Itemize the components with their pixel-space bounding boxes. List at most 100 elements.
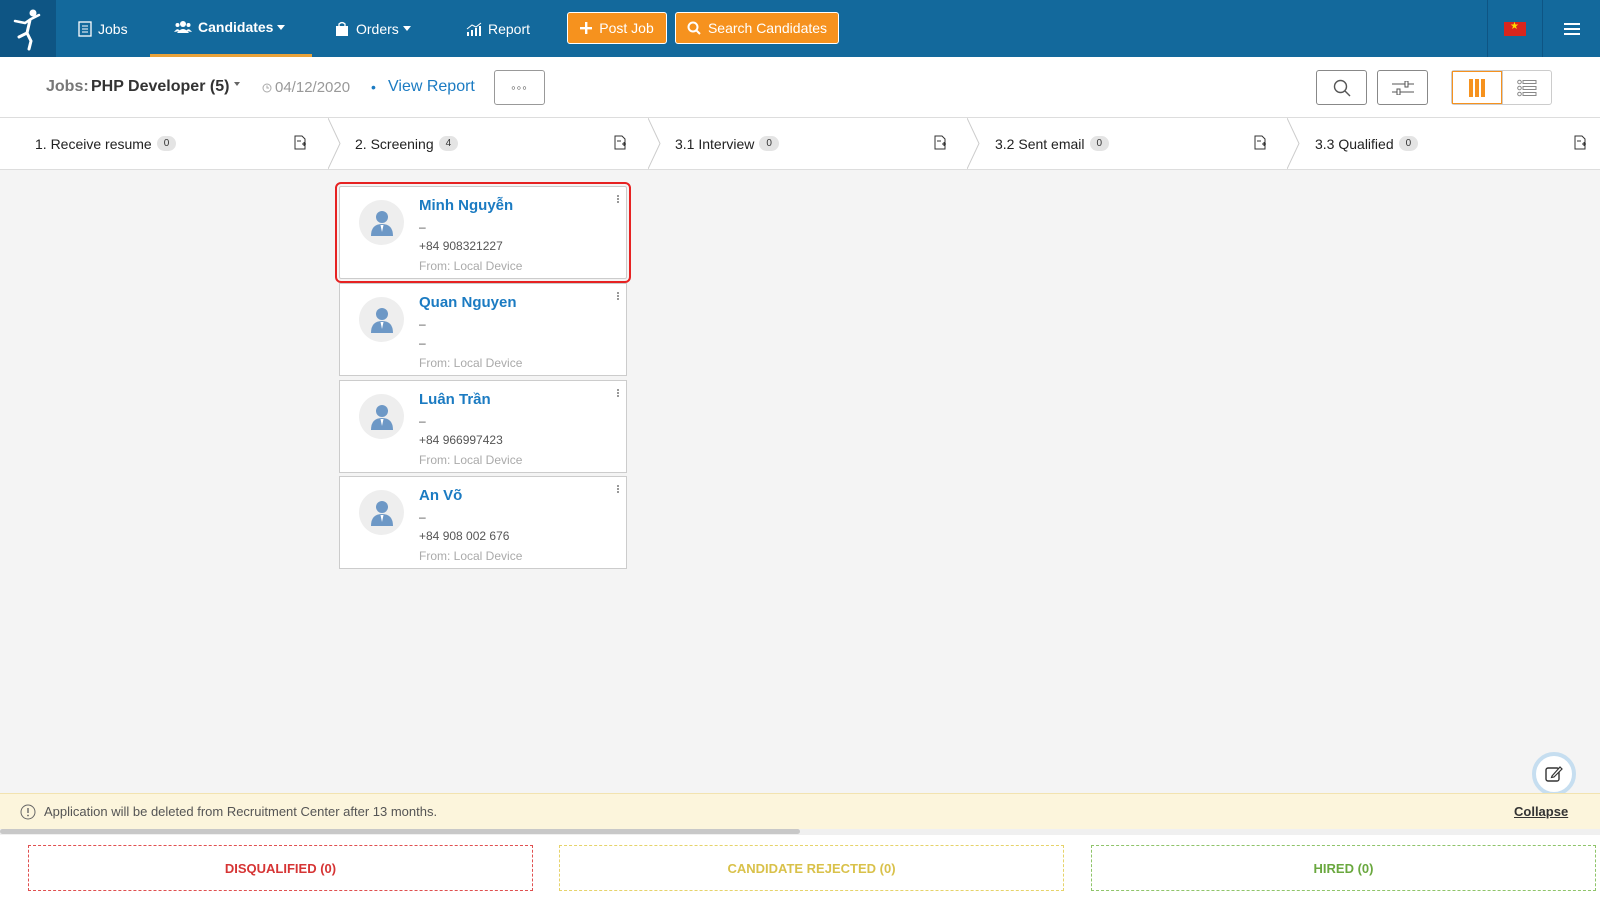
list-icon [1516, 79, 1537, 96]
candidate-card[interactable]: Quan Nguyen – – From: Local Device [339, 283, 627, 376]
chart-icon [466, 22, 482, 36]
stage-divider-chevron [648, 118, 661, 169]
list-view-button[interactable] [1501, 71, 1552, 104]
candidate-source: From: Local Device [419, 453, 523, 467]
search-icon [1333, 79, 1350, 96]
feedback-button[interactable] [1532, 752, 1576, 796]
candidate-name[interactable]: Luân Trần [419, 391, 491, 408]
add-file-icon[interactable] [1574, 135, 1587, 150]
add-file-icon[interactable] [934, 135, 947, 150]
nav-candidates[interactable]: Candidates [150, 0, 312, 57]
candidate-card[interactable]: Minh Nguyễn – +84 908321227 From: Local … [335, 182, 631, 283]
candidate-phone: +84 908321227 [419, 239, 503, 253]
person-icon [370, 404, 393, 430]
nav-report[interactable]: Report [466, 0, 530, 57]
kebab-menu-icon[interactable] [617, 195, 620, 204]
stage-label: 2. Screening [355, 135, 434, 152]
add-file-icon[interactable] [614, 135, 627, 150]
candidate-name[interactable]: Minh Nguyễn [419, 197, 513, 214]
edit-note-icon [1545, 766, 1563, 782]
job-title: PHP Developer (5) [91, 78, 230, 95]
columns-icon [1468, 78, 1485, 97]
runner-logo-icon [13, 9, 41, 50]
disqualified-dropzone[interactable]: DISQUALIFIED (0) [28, 845, 533, 891]
candidate-card[interactable]: Luân Trần – +84 966997423 From: Local De… [339, 380, 627, 473]
stage-divider-chevron [1287, 118, 1300, 169]
candidate-rejected-dropzone[interactable]: CANDIDATE REJECTED (0) [559, 845, 1064, 891]
stage-count-badge: 0 [759, 136, 779, 151]
search-button[interactable] [1316, 70, 1367, 105]
kebab-menu-icon[interactable] [617, 389, 620, 398]
kebab-menu-icon[interactable] [617, 485, 620, 494]
stage-count-badge: 4 [438, 136, 459, 151]
stage-sent-email[interactable]: 3.2 Sent email 0 [995, 118, 1110, 169]
disqualified-label: DISQUALIFIED (0) [224, 860, 337, 876]
nav-jobs[interactable]: Jobs [78, 0, 128, 57]
search-icon [687, 21, 701, 35]
chevron-down-icon [402, 26, 411, 31]
job-title-selector[interactable]: PHP Developer (5) [91, 78, 241, 96]
separator-dot: • [371, 79, 376, 95]
stage-receive-resume[interactable]: 1. Receive resume 0 [35, 118, 177, 169]
avatar [359, 394, 404, 439]
candidate-phone: – [419, 336, 426, 350]
collapse-link[interactable]: Collapse [1514, 804, 1568, 819]
person-icon [370, 500, 393, 526]
candidate-email: – [419, 414, 426, 428]
main-menu-button[interactable] [1543, 0, 1600, 57]
avatar [359, 297, 404, 342]
stage-divider-chevron [328, 118, 341, 169]
job-date: 04/12/2020 [262, 79, 350, 96]
shopping-bag-icon [336, 21, 348, 36]
candidate-phone: +84 966997423 [419, 433, 503, 447]
post-job-button[interactable]: Post Job [567, 12, 667, 44]
person-icon [370, 210, 393, 236]
add-file-icon[interactable] [1254, 135, 1267, 150]
candidate-name[interactable]: Quan Nguyen [419, 294, 517, 311]
document-icon [78, 20, 92, 37]
kebab-menu-icon[interactable] [617, 292, 620, 301]
horizontal-scrollbar-thumb[interactable] [0, 829, 800, 834]
job-date-text: 04/12/2020 [275, 79, 351, 96]
avatar [359, 490, 404, 535]
stage-label: 3.2 Sent email [995, 135, 1085, 152]
hired-label: HIRED (0) [1313, 860, 1374, 876]
stage-interview[interactable]: 3.1 Interview 0 [675, 118, 779, 169]
candidate-email: – [419, 220, 426, 234]
board-view-button[interactable] [1452, 71, 1502, 104]
add-file-icon[interactable] [294, 135, 307, 150]
nav-orders[interactable]: Orders [334, 0, 411, 57]
stage-qualified[interactable]: 3.3 Qualified 0 [1315, 118, 1419, 169]
stage-screening[interactable]: 2. Screening 4 [355, 118, 459, 169]
person-icon [370, 307, 393, 333]
nav-candidates-label: Candidates [198, 19, 274, 35]
language-selector[interactable] [1487, 0, 1543, 57]
users-icon [174, 21, 192, 33]
candidate-name[interactable]: An Võ [419, 487, 462, 504]
post-job-label: Post Job [599, 20, 654, 36]
search-candidates-button[interactable]: Search Candidates [675, 12, 839, 44]
more-options-button[interactable]: ◦◦◦ [494, 70, 545, 105]
chevron-down-icon [234, 81, 241, 86]
info-icon [20, 804, 36, 820]
hamburger-menu-icon [1563, 22, 1580, 35]
view-report-link[interactable]: View Report [388, 78, 475, 96]
stage-label: 3.3 Qualified [1315, 135, 1394, 152]
stage-label: 3.1 Interview [675, 135, 755, 152]
candidate-card[interactable]: An Võ – +84 908 002 676 From: Local Devi… [339, 476, 627, 569]
jobs-label: Jobs: [46, 78, 89, 95]
stage-divider-chevron [967, 118, 980, 169]
stage-count-badge: 0 [1089, 136, 1110, 151]
candidate-source: From: Local Device [419, 356, 523, 370]
filter-button[interactable] [1377, 70, 1428, 105]
avatar [359, 200, 404, 245]
hired-dropzone[interactable]: HIRED (0) [1091, 845, 1596, 891]
stage-label: 1. Receive resume [35, 135, 152, 152]
clock-icon [262, 83, 272, 92]
pipeline-stages: 1. Receive resume 0 2. Screening 4 3.1 Int… [0, 117, 1600, 170]
view-toggle [1451, 70, 1552, 105]
app-logo[interactable] [0, 0, 56, 57]
candidate-email: – [419, 317, 426, 331]
chevron-down-icon [277, 24, 286, 30]
candidate-phone: +84 908 002 676 [419, 529, 510, 543]
